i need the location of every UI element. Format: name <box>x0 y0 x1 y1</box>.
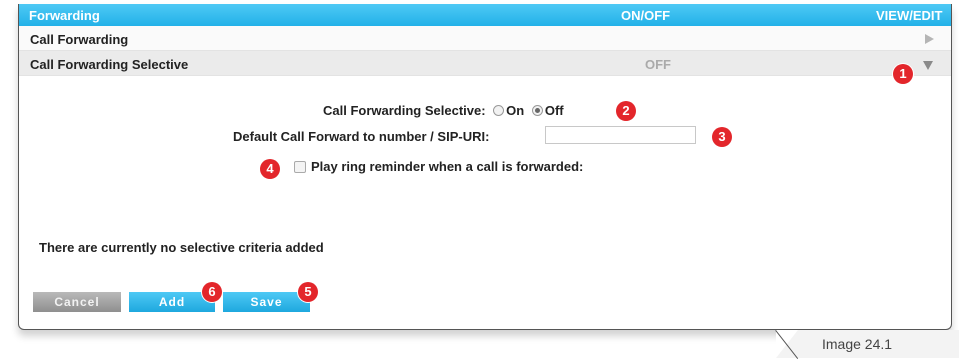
forward-label: Default Call Forward to number / SIP-URI… <box>233 129 490 144</box>
callout-badge: 4 <box>260 159 280 179</box>
selective-label: Call Forwarding Selective: <box>323 103 486 118</box>
row-call-forwarding[interactable]: Call Forwarding <box>19 26 951 51</box>
status-text: OFF <box>645 57 671 72</box>
selective-line: Call Forwarding Selective: On Off <box>323 103 564 118</box>
save-button[interactable]: Save <box>223 292 310 312</box>
panel-header: Forwarding ON/OFF VIEW/EDIT <box>19 4 951 26</box>
arrow-right-icon[interactable] <box>925 34 934 44</box>
header-col-onoff: ON/OFF <box>621 8 671 23</box>
radio-off[interactable] <box>531 105 543 116</box>
callout-badge: 5 <box>298 282 318 302</box>
forwarding-panel: Forwarding ON/OFF VIEW/EDIT Call Forward… <box>18 4 952 330</box>
ring-reminder-checkbox[interactable] <box>294 161 306 173</box>
callout-badge: 3 <box>712 127 732 147</box>
ring-reminder-label: Play ring reminder when a call is forwar… <box>311 159 584 174</box>
callout-badge: 2 <box>616 101 636 121</box>
row-label: Call Forwarding Selective <box>30 57 189 72</box>
row-call-forwarding-selective[interactable]: Call Forwarding Selective OFF <box>19 51 951 76</box>
row-label: Call Forwarding <box>30 32 129 47</box>
cancel-button[interactable]: Cancel <box>33 292 121 312</box>
forward-number-input[interactable] <box>545 126 696 144</box>
criteria-message: There are currently no selective criteri… <box>39 240 324 255</box>
header-col-viewedit: VIEW/EDIT <box>876 8 943 23</box>
image-caption: Image 24.1 <box>822 336 893 352</box>
callout-badge: 1 <box>893 64 913 84</box>
radio-on-label: On <box>506 103 525 118</box>
radio-off-label: Off <box>544 103 564 118</box>
callout-badge: 6 <box>202 282 222 302</box>
header-title: Forwarding <box>29 8 100 23</box>
arrow-down-icon[interactable] <box>923 61 933 70</box>
radio-on[interactable] <box>493 105 505 116</box>
